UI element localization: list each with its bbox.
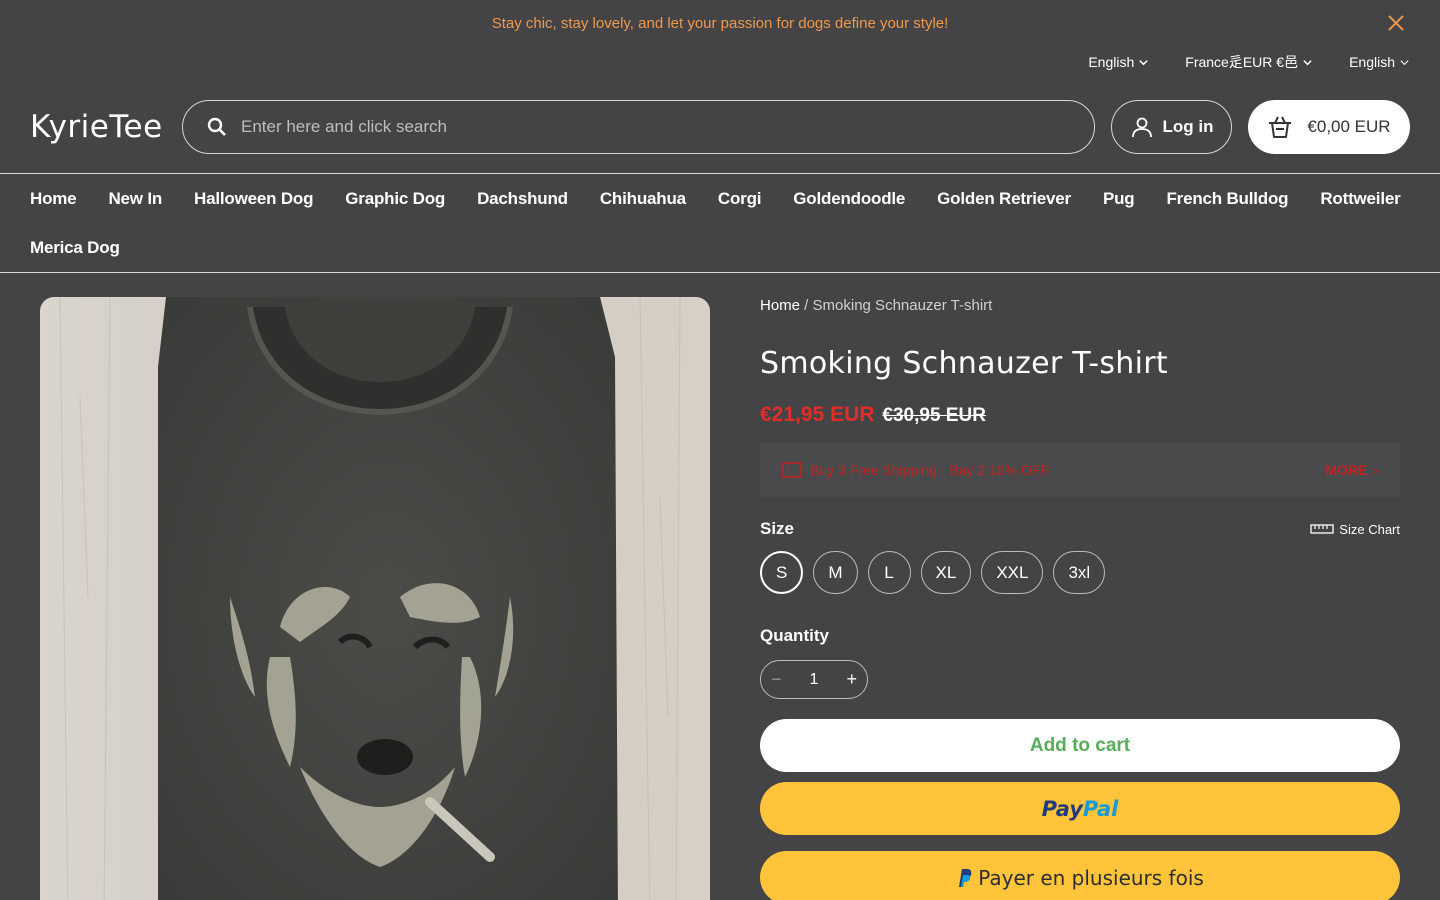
- coupon-icon: [782, 462, 802, 478]
- basket-icon: [1269, 116, 1292, 138]
- quantity-value[interactable]: 1: [810, 671, 819, 689]
- nav-item-goldendoodle[interactable]: Goldendoodle: [793, 174, 905, 223]
- quantity-stepper: − 1 +: [760, 660, 868, 699]
- user-icon: [1131, 117, 1152, 138]
- nav-item-golden-retriever[interactable]: Golden Retriever: [937, 174, 1071, 223]
- product-image[interactable]: [40, 297, 710, 900]
- nav-item-french-bulldog[interactable]: French Bulldog: [1166, 174, 1288, 223]
- nav-divider-bottom: [0, 272, 1440, 273]
- breadcrumb: Home / Smoking Schnauzer T-shirt: [760, 297, 1400, 319]
- price-block: €21,95 EUR €30,95 EUR: [760, 403, 1400, 427]
- site-logo[interactable]: KyrieTee: [30, 109, 182, 145]
- search-icon[interactable]: [207, 117, 227, 137]
- cart-total: €0,00 EUR: [1307, 117, 1391, 136]
- quantity-label: Quantity: [760, 626, 829, 645]
- announcement-text: Stay chic, stay lovely, and let your pas…: [491, 14, 949, 32]
- login-label: Log in: [1162, 117, 1214, 136]
- size-option-xxl[interactable]: XXL: [981, 551, 1044, 594]
- chevron-down-icon: [1303, 59, 1312, 65]
- ruler-icon: [1310, 524, 1334, 534]
- country-currency-label: France⾡EUR €⾢: [1185, 54, 1299, 70]
- locale-bar: English France⾡EUR €⾢ English: [1088, 52, 1410, 72]
- tshirt-schnauzer-image: [40, 297, 710, 900]
- nav-item-dachshund[interactable]: Dachshund: [477, 174, 568, 223]
- size-option-3xl[interactable]: 3xl: [1053, 551, 1106, 594]
- cart-button[interactable]: €0,00 EUR: [1248, 100, 1410, 154]
- add-to-cart-button[interactable]: Add to cart: [760, 719, 1400, 772]
- language-selector-label: English: [1088, 54, 1135, 70]
- size-option-xl[interactable]: XL: [920, 551, 972, 594]
- search-bar[interactable]: [182, 100, 1095, 154]
- country-currency-selector[interactable]: France⾡EUR €⾢: [1185, 52, 1313, 72]
- search-input[interactable]: [241, 117, 1061, 137]
- size-option-m[interactable]: M: [813, 551, 858, 594]
- announcement-bar: Stay chic, stay lovely, and let your pas…: [0, 0, 1440, 46]
- main-nav: Home New In Halloween Dog Graphic Dog Da…: [30, 174, 1410, 272]
- size-option-s[interactable]: S: [760, 551, 804, 594]
- product-info: Home / Smoking Schnauzer T-shirt Smoking…: [760, 297, 1400, 900]
- size-chart-link[interactable]: Size Chart: [1310, 522, 1400, 537]
- language-selector[interactable]: English: [1088, 52, 1149, 72]
- nav-item-halloween-dog[interactable]: Halloween Dog: [194, 174, 313, 223]
- breadcrumb-home[interactable]: Home: [760, 297, 800, 314]
- nav-item-graphic-dog[interactable]: Graphic Dog: [345, 174, 445, 223]
- nav-item-corgi[interactable]: Corgi: [718, 174, 762, 223]
- nav-item-chihuahua[interactable]: Chihuahua: [600, 174, 686, 223]
- compare-price: €30,95 EUR: [882, 405, 986, 426]
- size-header: Size Size Chart: [760, 519, 1400, 539]
- language-selector-secondary-label: English: [1349, 54, 1395, 70]
- paypal-icon: [959, 868, 972, 887]
- size-chart-label: Size Chart: [1339, 521, 1400, 537]
- nav-item-new-in[interactable]: New In: [108, 174, 162, 223]
- login-button[interactable]: Log in: [1111, 100, 1232, 154]
- promo-more-label: MORE: [1325, 462, 1368, 478]
- chevron-down-icon: [1400, 59, 1409, 65]
- nav-item-rottweiler[interactable]: Rottweiler: [1320, 174, 1400, 223]
- paypal-pay-later-label: Payer en plusieurs fois: [978, 865, 1204, 890]
- nav-item-merica-dog[interactable]: Merica Dog: [30, 223, 120, 272]
- breadcrumb-separator: /: [800, 297, 813, 314]
- chevron-down-icon: [1139, 59, 1148, 65]
- chevron-right-icon: ›: [1373, 462, 1378, 478]
- paypal-button[interactable]: PayPal: [760, 782, 1400, 835]
- language-selector-secondary[interactable]: English: [1349, 52, 1410, 72]
- quantity-decrease-button[interactable]: −: [771, 669, 782, 690]
- close-icon[interactable]: [1386, 13, 1406, 33]
- promo-more-link[interactable]: MORE ›: [1325, 462, 1378, 478]
- paypal-pay-later-button[interactable]: Payer en plusieurs fois: [760, 851, 1400, 900]
- promo-banner: Buy 3 Free Shipping · Buy 2 10% OFF MORE…: [760, 443, 1400, 497]
- size-option-l[interactable]: L: [867, 551, 911, 594]
- product-title: Smoking Schnauzer T-shirt: [760, 346, 1168, 381]
- sale-price: €21,95 EUR: [760, 403, 875, 426]
- nav-item-home[interactable]: Home: [30, 174, 77, 223]
- paypal-logo: PayPal: [1041, 796, 1119, 821]
- breadcrumb-current: Smoking Schnauzer T-shirt: [812, 297, 993, 314]
- site-header: KyrieTee Log in €0,00 EUR: [30, 100, 1410, 154]
- size-label: Size: [760, 519, 795, 538]
- quantity-increase-button[interactable]: +: [846, 669, 857, 690]
- nav-item-pug[interactable]: Pug: [1103, 174, 1135, 223]
- size-options: S M L XL XXL 3xl: [760, 551, 1400, 594]
- promo-text: Buy 3 Free Shipping · Buy 2 10% OFF: [810, 462, 1049, 478]
